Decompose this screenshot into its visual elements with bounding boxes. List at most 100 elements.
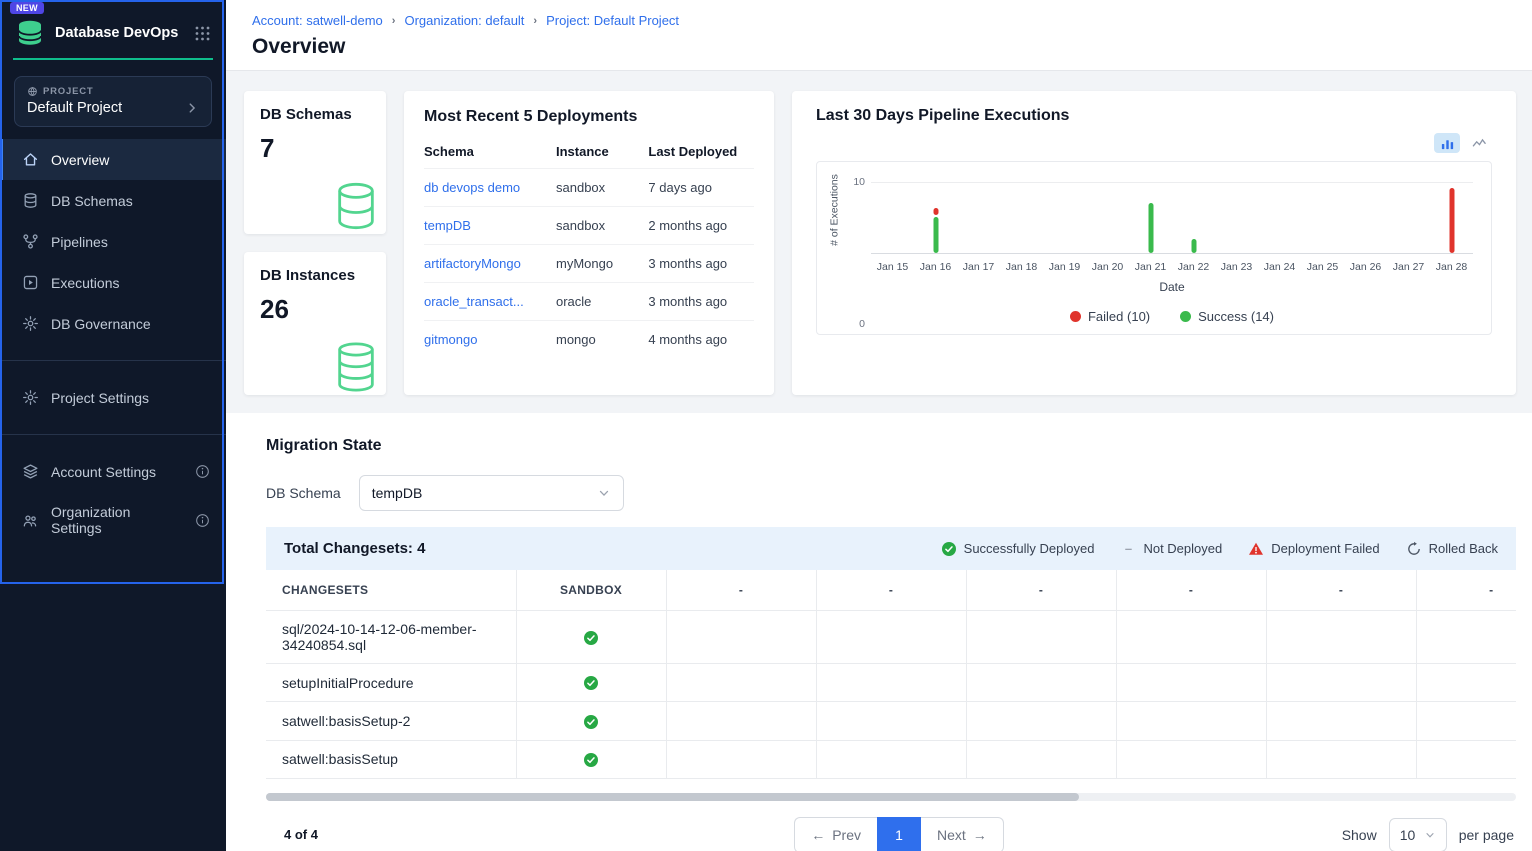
- prev-page-button[interactable]: ← Prev: [794, 817, 877, 851]
- bar-chart-toggle-icon[interactable]: [1434, 133, 1460, 153]
- breadcrumb-account-link[interactable]: Account: satwell-demo: [252, 13, 383, 28]
- sidebar-item-label: Overview: [51, 152, 109, 168]
- changeset-name: satwell:basisSetup-2: [266, 702, 516, 740]
- schema-link[interactable]: db devops demo: [424, 180, 520, 195]
- y-axis-ticks: 10 0: [847, 174, 871, 324]
- breadcrumb: Account: satwell-demo Organization: defa…: [252, 13, 1506, 28]
- sidebar-item-label: DB Schemas: [51, 193, 133, 209]
- chart-column: [1344, 174, 1387, 253]
- empty-cell: [666, 611, 816, 664]
- last-deployed-cell: 3 months ago: [648, 245, 754, 283]
- sidebar-item-organization-settings[interactable]: Organization Settings: [0, 492, 226, 548]
- show-label: Show: [1342, 827, 1377, 843]
- status-legend-label: Rolled Back: [1429, 541, 1498, 556]
- project-icon: [27, 86, 38, 97]
- sidebar: NEW Database DevOps PROJECT Default Proj…: [0, 0, 226, 851]
- chart-column: [1215, 174, 1258, 253]
- x-tick-label: Jan 18: [1000, 261, 1043, 273]
- sidebar-item-label: Pipelines: [51, 234, 108, 250]
- sidebar-item-pipelines[interactable]: Pipelines: [0, 221, 226, 262]
- instance-cell: oracle: [556, 283, 648, 321]
- legend-label: Success (14): [1198, 309, 1274, 324]
- success-bar: [933, 217, 938, 253]
- next-page-button[interactable]: Next →: [921, 817, 1004, 851]
- sidebar-item-label: Executions: [51, 275, 119, 291]
- database-cylinder-icon: [328, 178, 384, 234]
- sidebar-item-overview[interactable]: Overview: [0, 139, 226, 180]
- page-size-select[interactable]: 10: [1389, 818, 1447, 851]
- sidebar-item-db-governance[interactable]: DB Governance: [0, 303, 226, 344]
- schema-link[interactable]: oracle_transact...: [424, 294, 524, 309]
- breadcrumb-separator-icon: [392, 15, 396, 27]
- main-content: Account: satwell-demo Organization: defa…: [226, 0, 1532, 851]
- migration-state-section: Migration State DB Schema tempDB Total C…: [226, 413, 1532, 851]
- failed-bar: [1449, 188, 1454, 253]
- page-number-button[interactable]: 1: [877, 817, 921, 851]
- empty-cell: [1116, 664, 1266, 702]
- db-instances-count: 26: [260, 294, 370, 325]
- chart-column: [1258, 174, 1301, 253]
- status-legend-item: Deployment Failed: [1248, 541, 1379, 557]
- changesets-table: CHANGESETSSANDBOX------ sql/2024-10-14-1…: [266, 570, 1516, 779]
- breadcrumb-organization-link[interactable]: Organization: default: [404, 13, 524, 28]
- sidebar-divider: [0, 434, 226, 435]
- empty-cell: [816, 611, 966, 664]
- empty-cell: [1266, 664, 1416, 702]
- apps-grid-icon[interactable]: [194, 25, 211, 42]
- project-selector[interactable]: PROJECT Default Project: [14, 76, 212, 127]
- chart-column: [1129, 174, 1172, 253]
- info-icon[interactable]: [195, 464, 210, 479]
- chevron-right-icon: [185, 101, 199, 115]
- changeset-name: sql/2024-10-14-12-06-member-34240854.sql: [266, 611, 516, 664]
- sidebar-item-account-settings[interactable]: Account Settings: [0, 451, 226, 492]
- changeset-name: satwell:basisSetup: [266, 740, 516, 778]
- column-header-schema: Schema: [424, 134, 556, 169]
- success-check-icon: [583, 751, 599, 767]
- sidebar-divider: [0, 360, 226, 361]
- sidebar-item-db-schemas[interactable]: DB Schemas: [0, 180, 226, 221]
- empty-cell: [966, 611, 1116, 664]
- legend-item: Failed (10): [1070, 309, 1150, 324]
- chart-column: [1086, 174, 1129, 253]
- line-chart-toggle-icon[interactable]: [1466, 133, 1492, 153]
- last-deployed-cell: 2 months ago: [648, 207, 754, 245]
- y-axis-label: # of Executions: [828, 171, 841, 249]
- x-tick-label: Jan 20: [1086, 261, 1129, 273]
- empty-cell: [966, 664, 1116, 702]
- column-header: SANDBOX: [516, 570, 666, 611]
- changeset-name: setupInitialProcedure: [266, 664, 516, 702]
- sidebar-nav-main: Overview DB Schemas Pipelines Executions DB …: [0, 139, 226, 344]
- app-title: Database DevOps: [55, 25, 194, 41]
- last-deployed-cell: 4 months ago: [648, 321, 754, 359]
- instance-cell: sandbox: [556, 169, 648, 207]
- total-changesets-label: Total Changesets: 4: [284, 540, 425, 557]
- db-schema-select[interactable]: tempDB: [359, 475, 624, 511]
- y-tick-min: 0: [859, 318, 865, 330]
- x-tick-label: Jan 16: [914, 261, 957, 273]
- empty-cell: [1416, 740, 1516, 778]
- breadcrumb-project-link[interactable]: Project: Default Project: [546, 13, 679, 28]
- empty-cell: [1416, 611, 1516, 664]
- legend-label: Failed (10): [1088, 309, 1150, 324]
- sidebar-item-project-settings[interactable]: Project Settings: [0, 377, 226, 418]
- project-name: Default Project: [27, 100, 122, 116]
- scrollbar-thumb[interactable]: [266, 793, 1079, 801]
- schema-link[interactable]: gitmongo: [424, 332, 477, 347]
- schema-link[interactable]: tempDB: [424, 218, 471, 233]
- chart-column: [1301, 174, 1344, 253]
- column-header: CHANGESETS: [266, 570, 516, 611]
- schema-link[interactable]: artifactoryMongo: [424, 256, 521, 271]
- x-tick-label: Jan 27: [1387, 261, 1430, 273]
- sidebar-item-executions[interactable]: Executions: [0, 262, 226, 303]
- home-icon: [22, 151, 39, 168]
- db-instances-card-title: DB Instances: [260, 267, 370, 284]
- deployment-row: gitmongomongo4 months ago: [424, 321, 754, 359]
- deployment-row: tempDBsandbox2 months ago: [424, 207, 754, 245]
- db-schemas-card: DB Schemas 7: [244, 91, 386, 234]
- failed-bar: [933, 208, 938, 215]
- database-icon: [22, 192, 39, 209]
- info-icon[interactable]: [195, 513, 210, 528]
- people-icon: [22, 512, 39, 529]
- sidebar-nav-tertiary: Account SettingsOrganization Settings: [0, 451, 226, 548]
- pipeline-executions-card: Last 30 Days Pipeline Executions # of Ex…: [792, 91, 1516, 395]
